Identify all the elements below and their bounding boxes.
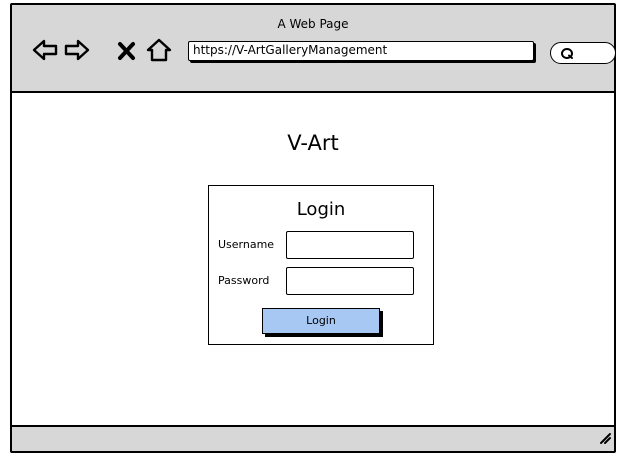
- login-heading: Login: [296, 199, 346, 220]
- close-icon[interactable]: [116, 40, 138, 62]
- browser-window: A Web Page https://V-ArtGalleryManagemen…: [10, 3, 616, 453]
- resize-grip-icon[interactable]: [598, 430, 612, 449]
- search-icon: [560, 46, 576, 65]
- login-button[interactable]: Login: [262, 308, 380, 334]
- password-label: Password: [218, 274, 270, 287]
- forward-arrow-icon[interactable]: [64, 37, 90, 63]
- browser-toolbar: A Web Page https://V-ArtGalleryManagemen…: [12, 5, 616, 93]
- username-label: Username: [218, 238, 275, 251]
- url-bar[interactable]: https://V-ArtGalleryManagement: [188, 41, 534, 61]
- site-title: V-Art: [287, 131, 339, 155]
- status-bar: [12, 425, 614, 451]
- username-input[interactable]: [286, 231, 414, 259]
- login-form: Login Username Password Login: [208, 185, 434, 345]
- search-button[interactable]: [550, 42, 616, 64]
- page-title: A Web Page: [277, 17, 349, 31]
- page-content: V-Art Login Username Password Login: [12, 93, 614, 427]
- password-input[interactable]: [286, 267, 414, 295]
- back-arrow-icon[interactable]: [32, 37, 58, 63]
- home-icon[interactable]: [146, 37, 172, 63]
